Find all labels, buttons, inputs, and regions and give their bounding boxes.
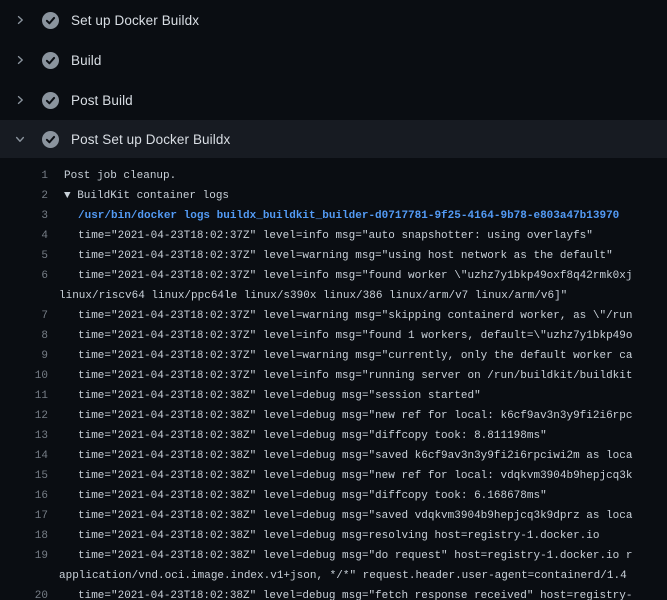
log-line-text: ▼ BuildKit container logs	[48, 186, 229, 206]
log-line-text: time="2021-04-23T18:02:37Z" level=info m…	[48, 266, 633, 286]
step-success-check-icon	[42, 92, 59, 109]
log-line: 4 time="2021-04-23T18:02:37Z" level=info…	[0, 226, 667, 246]
log-line: 14 time="2021-04-23T18:02:38Z" level=deb…	[0, 446, 667, 466]
log-line: 20 time="2021-04-23T18:02:38Z" level=deb…	[0, 586, 667, 600]
chevron-right-icon	[12, 92, 28, 108]
log-line-text: time="2021-04-23T18:02:38Z" level=debug …	[48, 586, 633, 600]
log-line: 3 /usr/bin/docker logs buildx_buildkit_b…	[0, 206, 667, 226]
log-line-text: application/vnd.oci.image.index.v1+json,…	[48, 566, 627, 586]
log-line: 10 time="2021-04-23T18:02:37Z" level=inf…	[0, 366, 667, 386]
log-line: 18 time="2021-04-23T18:02:38Z" level=deb…	[0, 526, 667, 546]
log-line-number[interactable]: 14	[0, 446, 48, 466]
log-line-number[interactable]: 13	[0, 426, 48, 446]
log-line: 16 time="2021-04-23T18:02:38Z" level=deb…	[0, 486, 667, 506]
log-line-number[interactable]: 2	[0, 186, 48, 206]
step-success-check-icon	[42, 52, 59, 69]
log-line-number[interactable]: 11	[0, 386, 48, 406]
log-line-text: time="2021-04-23T18:02:37Z" level=warnin…	[48, 246, 613, 266]
step-title: Post Set up Docker Buildx	[71, 132, 230, 147]
log-lines: 1 Post job cleanup. 2 ▼ BuildKit contain…	[0, 158, 667, 600]
log-line-text: time="2021-04-23T18:02:37Z" level=warnin…	[48, 306, 633, 326]
log-line-number[interactable]: 17	[0, 506, 48, 526]
step-header-post-set-up-docker-buildx[interactable]: Post Set up Docker Buildx	[0, 120, 667, 158]
step-success-check-icon	[42, 131, 59, 148]
log-line-number[interactable]	[0, 286, 48, 306]
log-group-caret-icon: ▼	[64, 190, 77, 202]
log-line-text: time="2021-04-23T18:02:38Z" level=debug …	[48, 426, 547, 446]
step-title: Post Build	[71, 93, 133, 108]
log-line-text: time="2021-04-23T18:02:38Z" level=debug …	[48, 446, 633, 466]
log-line-number[interactable]: 8	[0, 326, 48, 346]
log-line-text: time="2021-04-23T18:02:37Z" level=info m…	[48, 226, 593, 246]
chevron-right-icon	[12, 12, 28, 28]
log-line-number[interactable]	[0, 566, 48, 586]
chevron-right-icon	[12, 52, 28, 68]
log-line: 13 time="2021-04-23T18:02:38Z" level=deb…	[0, 426, 667, 446]
step-title: Build	[71, 53, 102, 68]
log-line: 12 time="2021-04-23T18:02:38Z" level=deb…	[0, 406, 667, 426]
step-header-set-up-docker-buildx[interactable]: Set up Docker Buildx	[0, 0, 667, 40]
log-line-text: time="2021-04-23T18:02:38Z" level=debug …	[48, 386, 481, 406]
log-line-text: time="2021-04-23T18:02:37Z" level=warnin…	[48, 346, 633, 366]
log-line-number[interactable]: 16	[0, 486, 48, 506]
steps-list: Set up Docker Buildx Build Post Build Po…	[0, 0, 667, 158]
log-line: 15 time="2021-04-23T18:02:38Z" level=deb…	[0, 466, 667, 486]
log-line: application/vnd.oci.image.index.v1+json,…	[0, 566, 667, 586]
log-line-number[interactable]: 10	[0, 366, 48, 386]
log-line-text: time="2021-04-23T18:02:38Z" level=debug …	[48, 406, 633, 426]
log-line-number[interactable]: 15	[0, 466, 48, 486]
log-group-toggle[interactable]: 2 ▼ BuildKit container logs	[0, 186, 667, 206]
log-line-text: Post job cleanup.	[48, 166, 176, 186]
log-line: 1 Post job cleanup.	[0, 166, 667, 186]
log-line-text: time="2021-04-23T18:02:37Z" level=info m…	[48, 366, 633, 386]
step-success-check-icon	[42, 12, 59, 29]
log-line-text: time="2021-04-23T18:02:38Z" level=debug …	[48, 526, 600, 546]
step-header-build[interactable]: Build	[0, 40, 667, 80]
log-line-number[interactable]: 6	[0, 266, 48, 286]
log-line-text: time="2021-04-23T18:02:38Z" level=debug …	[48, 546, 633, 566]
log-line-text: /usr/bin/docker logs buildx_buildkit_bui…	[48, 206, 619, 226]
log-line-text: time="2021-04-23T18:02:37Z" level=info m…	[48, 326, 633, 346]
log-line-text: time="2021-04-23T18:02:38Z" level=debug …	[48, 466, 633, 486]
log-line-number[interactable]: 9	[0, 346, 48, 366]
log-line-number[interactable]: 7	[0, 306, 48, 326]
log-line: 19 time="2021-04-23T18:02:38Z" level=deb…	[0, 546, 667, 566]
log-line: 6 time="2021-04-23T18:02:37Z" level=info…	[0, 266, 667, 286]
log-line-text: time="2021-04-23T18:02:38Z" level=debug …	[48, 486, 547, 506]
log-line: 9 time="2021-04-23T18:02:37Z" level=warn…	[0, 346, 667, 366]
log-line-number[interactable]: 3	[0, 206, 48, 226]
log-line: linux/riscv64 linux/ppc64le linux/s390x …	[0, 286, 667, 306]
log-line-number[interactable]: 5	[0, 246, 48, 266]
log-line: 5 time="2021-04-23T18:02:37Z" level=warn…	[0, 246, 667, 266]
log-line-number[interactable]: 12	[0, 406, 48, 426]
log-line-text: time="2021-04-23T18:02:38Z" level=debug …	[48, 506, 633, 526]
chevron-down-icon	[12, 131, 28, 147]
step-title: Set up Docker Buildx	[71, 13, 199, 28]
log-line: 8 time="2021-04-23T18:02:37Z" level=info…	[0, 326, 667, 346]
log-line-number[interactable]: 4	[0, 226, 48, 246]
log-line-number[interactable]: 1	[0, 166, 48, 186]
log-line: 17 time="2021-04-23T18:02:38Z" level=deb…	[0, 506, 667, 526]
log-line-number[interactable]: 19	[0, 546, 48, 566]
log-line: 11 time="2021-04-23T18:02:38Z" level=deb…	[0, 386, 667, 406]
log-line-number[interactable]: 20	[0, 586, 48, 600]
log-line-number[interactable]: 18	[0, 526, 48, 546]
step-header-post-build[interactable]: Post Build	[0, 80, 667, 120]
log-line: 7 time="2021-04-23T18:02:37Z" level=warn…	[0, 306, 667, 326]
log-line-text: linux/riscv64 linux/ppc64le linux/s390x …	[48, 286, 567, 306]
